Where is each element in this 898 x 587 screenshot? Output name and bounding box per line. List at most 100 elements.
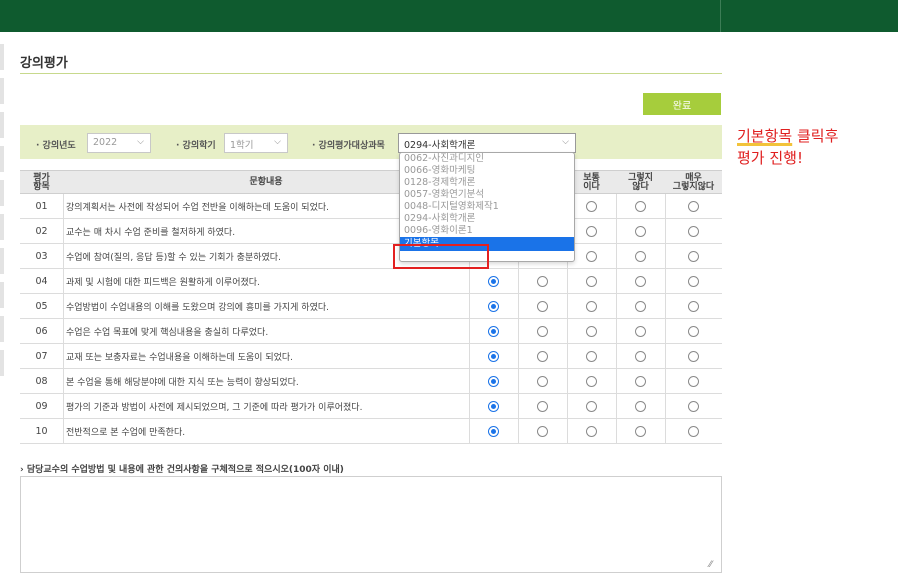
row-number: 09 (35, 400, 48, 412)
left-nav-tab[interactable] (0, 180, 4, 206)
term-select[interactable]: 1학기 ⌵ (224, 133, 288, 153)
left-nav-tab[interactable] (0, 78, 4, 104)
rating-radio[interactable] (586, 425, 597, 437)
rating-radio[interactable] (586, 250, 597, 262)
comment-label: › 담당교수의 수업방법 및 내용에 관한 건의사항을 구체적으로 적으시오(1… (20, 465, 344, 475)
rating-radio[interactable] (688, 350, 699, 362)
rating-radio[interactable] (635, 400, 646, 412)
rating-cell (616, 269, 665, 293)
rating-radio[interactable] (635, 425, 646, 437)
dropdown-option[interactable]: 0057-영화연기분석 (400, 189, 574, 201)
rating-radio[interactable] (488, 300, 499, 312)
rating-radio[interactable] (537, 350, 548, 362)
rating-radio[interactable] (537, 400, 548, 412)
rating-cell (567, 369, 616, 393)
row-number: 02 (35, 225, 48, 237)
rating-radio[interactable] (488, 375, 499, 387)
row-number: 08 (35, 375, 48, 387)
rating-radio[interactable] (635, 300, 646, 312)
rating-cell (616, 319, 665, 343)
rating-radio[interactable] (635, 200, 646, 212)
rating-radio[interactable] (586, 375, 597, 387)
instruction-keyword: 기본항목 (737, 127, 793, 145)
left-nav-tab[interactable] (0, 350, 4, 376)
comment-textarea[interactable] (20, 476, 722, 573)
rating-radio[interactable] (688, 225, 699, 237)
table-row: 08 본 수업을 통해 해당분야에 대한 지식 또는 능력이 향상되었다. (20, 369, 722, 394)
row-question: 수업은 수업 목표에 맞게 핵심내용을 충실히 다루었다. (66, 327, 269, 338)
rating-radio[interactable] (586, 325, 597, 337)
dropdown-option[interactable]: 0062-사진과디지인 (400, 153, 574, 165)
rating-radio[interactable] (488, 350, 499, 362)
left-nav-tab[interactable] (0, 44, 4, 70)
dropdown-option[interactable]: 0048-디지털영화제작1 (400, 201, 574, 213)
row-number: 10 (35, 425, 48, 437)
rating-radio[interactable] (586, 350, 597, 362)
rating-radio[interactable] (537, 325, 548, 337)
row-number: 07 (35, 350, 48, 362)
header-item-no: 평가 항목 (33, 172, 50, 192)
rating-radio[interactable] (635, 375, 646, 387)
top-header-bar (0, 0, 898, 32)
left-nav-tab[interactable] (0, 282, 4, 308)
rating-cell (469, 344, 518, 368)
dropdown-option[interactable]: 0096-영화이론1 (400, 225, 574, 237)
rating-radio[interactable] (635, 325, 646, 337)
rating-radio[interactable] (688, 325, 699, 337)
rating-radio[interactable] (586, 300, 597, 312)
rating-radio[interactable] (688, 200, 699, 212)
rating-radio[interactable] (688, 400, 699, 412)
column-divider (63, 344, 64, 368)
dropdown-option[interactable]: 0294-사회학개론 (400, 213, 574, 225)
rating-cell (616, 419, 665, 443)
rating-radio[interactable] (537, 300, 548, 312)
year-select[interactable]: 2022 ⌵ (87, 133, 151, 153)
table-row: 10 전반적으로 본 수업에 만족한다. (20, 419, 722, 444)
rating-radio[interactable] (635, 350, 646, 362)
rating-radio[interactable] (537, 275, 548, 287)
column-divider (63, 194, 64, 218)
dropdown-option[interactable]: 0128-경제학개론 (400, 177, 574, 189)
rating-cell (469, 394, 518, 418)
rating-radio[interactable] (688, 250, 699, 262)
resize-grip-icon[interactable]: ⁄⁄ (709, 560, 712, 570)
rating-radio[interactable] (635, 250, 646, 262)
rating-radio[interactable] (488, 425, 499, 437)
rating-radio[interactable] (688, 375, 699, 387)
rating-radio[interactable] (688, 275, 699, 287)
rating-radio[interactable] (586, 225, 597, 237)
rating-radio[interactable] (635, 225, 646, 237)
rating-radio[interactable] (537, 425, 548, 437)
rating-radio[interactable] (586, 200, 597, 212)
column-divider (63, 394, 64, 418)
page-title: 강의평가 (20, 56, 68, 71)
row-question: 전반적으로 본 수업에 만족한다. (66, 427, 186, 438)
course-select[interactable]: 0294-사회학개론 ⌵ (398, 133, 576, 153)
rating-cell (616, 194, 665, 218)
rating-cell (665, 344, 722, 368)
rating-radio[interactable] (488, 325, 499, 337)
rating-cell (616, 344, 665, 368)
column-divider (63, 319, 64, 343)
rating-radio[interactable] (688, 300, 699, 312)
rating-radio[interactable] (586, 400, 597, 412)
rating-cell (665, 294, 722, 318)
rating-cell (616, 244, 665, 268)
rating-radio[interactable] (635, 275, 646, 287)
left-nav-tab[interactable] (0, 214, 4, 240)
rating-cell (518, 319, 567, 343)
rating-radio[interactable] (586, 275, 597, 287)
rating-radio[interactable] (688, 425, 699, 437)
rating-radio[interactable] (488, 275, 499, 287)
left-nav-tab[interactable] (0, 248, 4, 274)
course-select-value: 0294-사회학개론 (404, 140, 476, 151)
rating-radio[interactable] (537, 375, 548, 387)
dropdown-option[interactable]: 0066-영화마케팅 (400, 165, 574, 177)
left-nav-tab[interactable] (0, 146, 4, 172)
rating-cell (518, 369, 567, 393)
done-button[interactable]: 완료 (643, 93, 721, 115)
left-nav-tab[interactable] (0, 112, 4, 138)
left-nav-tab[interactable] (0, 316, 4, 342)
rating-radio[interactable] (488, 400, 499, 412)
table-header: 평가항목 문항내용 매우그렇다 그렇다 보통이다 그렇지않다 매우그렇지않다 (20, 170, 722, 194)
